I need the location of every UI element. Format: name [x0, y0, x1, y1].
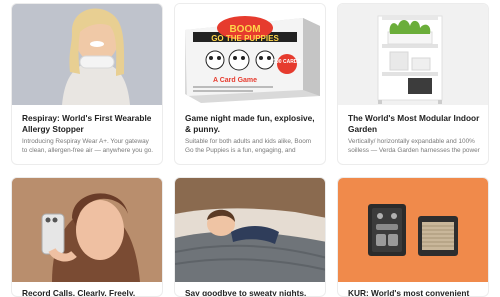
product-card-respiray[interactable]: Respiray: World's First Wearable Allergy… [11, 3, 163, 165]
product-title[interactable]: Game night made fun, explosive, & punny. [185, 113, 317, 135]
product-title[interactable]: Respiray: World's First Wearable Allergy… [22, 113, 154, 135]
product-card-kur[interactable]: KUR: World's most convenient camping [337, 177, 489, 297]
product-image[interactable] [175, 178, 325, 282]
product-description: Vertically/ horizontally expandable and … [348, 138, 480, 154]
product-image[interactable] [338, 4, 488, 105]
product-image[interactable] [12, 178, 162, 282]
box-sub-text: A Card Game [213, 77, 257, 84]
product-description: Introducing Respiray Wear A+. Your gatew… [22, 138, 154, 154]
product-image[interactable] [12, 4, 162, 105]
box-line-text: GO THE PUPPIES [211, 34, 279, 43]
product-card-boom-go-the-puppies[interactable]: BOOM GO THE PUPPIES 100 CARDS A Card Gam… [174, 3, 326, 165]
product-image[interactable] [338, 178, 488, 282]
product-card-sleep[interactable]: Say goodbye to sweaty nights. Say [174, 177, 326, 297]
product-description: Suitable for both adults and kids alike,… [185, 138, 312, 154]
product-title[interactable]: The World's Most Modular Indoor Garden [348, 113, 480, 135]
product-card-record-calls[interactable]: Record Calls. Clearly. Freely. [11, 177, 163, 297]
product-card-verda-garden[interactable]: The World's Most Modular Indoor Garden V… [337, 3, 489, 165]
box-badge-text: 100 CARDS [273, 59, 301, 65]
product-image[interactable]: BOOM GO THE PUPPIES 100 CARDS A Card Gam… [175, 4, 325, 105]
